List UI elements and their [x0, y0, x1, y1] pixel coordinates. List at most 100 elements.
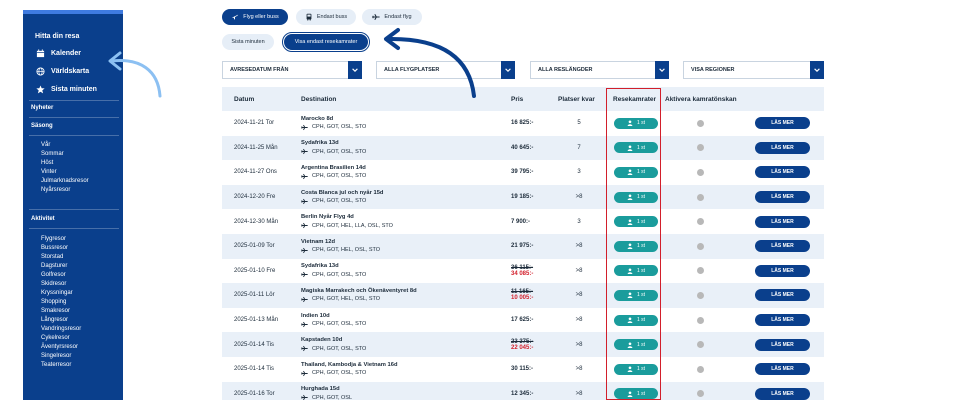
- activate-wish-toggle[interactable]: [696, 341, 704, 349]
- table-row: 2024-12-30 Mån Berlin Nyår Flyg 4d CPH, …: [222, 209, 824, 234]
- travelmates-button[interactable]: 1 st: [614, 166, 658, 178]
- trip-destination[interactable]: Argentina Brasilien 14d CPH, GOT, OSL, S…: [301, 160, 366, 185]
- sidebar-section-activity[interactable]: Aktivitet: [31, 216, 55, 222]
- trip-date: 2025-01-09 Tor: [234, 243, 275, 250]
- seats-left: >8: [575, 243, 583, 250]
- sidebar-link[interactable]: Shopping: [41, 298, 81, 307]
- read-more-button[interactable]: LÄS MER: [755, 191, 810, 204]
- read-more-button[interactable]: LÄS MER: [755, 141, 810, 154]
- sidebar-link[interactable]: Smakresor: [41, 307, 81, 316]
- sidebar-link[interactable]: Julmarknadsresor: [41, 177, 89, 186]
- activate-wish-toggle[interactable]: [696, 218, 704, 226]
- activate-wish-toggle[interactable]: [696, 144, 704, 152]
- read-more-button[interactable]: LÄS MER: [755, 166, 810, 179]
- sidebar-link[interactable]: Vår: [41, 141, 89, 150]
- activate-wish-toggle[interactable]: [696, 242, 704, 250]
- travelmates-button[interactable]: 1 st: [614, 216, 658, 228]
- travelmates-button[interactable]: 1 st: [614, 388, 658, 400]
- activate-wish-toggle[interactable]: [696, 267, 704, 275]
- trip-destination[interactable]: Berlin Nyår Flyg 4d CPH, GOT, HEL, LLA, …: [301, 209, 393, 234]
- regions-select[interactable]: VISA REGIONER: [683, 61, 824, 79]
- read-more-button[interactable]: LÄS MER: [755, 240, 810, 253]
- destination-name: Hurghada 15d: [301, 386, 340, 393]
- read-more-button[interactable]: LÄS MER: [755, 264, 810, 277]
- seats-left: >8: [575, 366, 583, 373]
- read-more-button[interactable]: LÄS MER: [755, 314, 810, 327]
- read-more-button[interactable]: LÄS MER: [755, 215, 810, 228]
- travelmates-only-button[interactable]: Visa endast resekamrater: [282, 32, 370, 52]
- sidebar-link[interactable]: Bussresor: [41, 244, 81, 253]
- travelmates-button[interactable]: 1 st: [614, 191, 658, 203]
- travelmates-button[interactable]: 1 st: [614, 240, 658, 252]
- sidebar-link[interactable]: Dagsturer: [41, 262, 81, 271]
- sidebar-item-label: Världskarta: [51, 67, 90, 75]
- activate-wish-toggle[interactable]: [696, 365, 704, 373]
- departure-date-select[interactable]: AVRESEDATUM FRÅN: [222, 61, 362, 79]
- sidebar-item-worldmap[interactable]: Världskarta: [35, 66, 121, 76]
- read-more-button[interactable]: LÄS MER: [755, 363, 810, 376]
- sidebar-link[interactable]: Cykelresor: [41, 334, 81, 343]
- trip-destination[interactable]: Costa Blanca jul och nyår 15d CPH, GOT, …: [301, 185, 383, 210]
- activate-wish-toggle[interactable]: [696, 193, 704, 201]
- travelmates-button[interactable]: 1 st: [614, 314, 658, 326]
- departure-airports: CPH, GOT, OSL, STO: [312, 173, 367, 180]
- activate-wish-toggle[interactable]: [696, 390, 704, 398]
- travelmates-button[interactable]: 1 st: [614, 289, 658, 301]
- sidebar-link[interactable]: Singelresor: [41, 352, 81, 361]
- sidebar-link[interactable]: Vinter: [41, 168, 89, 177]
- sidebar-section-news[interactable]: Nyheter: [31, 105, 53, 111]
- read-more-button[interactable]: LÄS MER: [755, 289, 810, 302]
- activate-wish-toggle[interactable]: [696, 119, 704, 127]
- sidebar-link[interactable]: Skidresor: [41, 280, 81, 289]
- sidebar-link[interactable]: Golfresor: [41, 271, 81, 280]
- read-more-button[interactable]: LÄS MER: [755, 117, 810, 130]
- sidebar-link[interactable]: Äventyrsresor: [41, 343, 81, 352]
- sidebar-item-calendar[interactable]: Kalender: [35, 48, 121, 58]
- select-label: ALLA FLYGPLATSER: [384, 67, 440, 73]
- sidebar-link[interactable]: Storstad: [41, 253, 81, 262]
- bus-only-button[interactable]: Endast buss: [296, 9, 356, 25]
- trip-length-select[interactable]: ALLA RESLÄNGDER: [530, 61, 669, 79]
- trip-destination[interactable]: Thailand, Kambodja & Vietnam 16d CPH, GO…: [301, 357, 398, 382]
- travelmates-button[interactable]: 1 st: [614, 117, 658, 129]
- sidebar-link[interactable]: Höst: [41, 159, 89, 168]
- activate-wish-toggle[interactable]: [696, 291, 704, 299]
- sidebar-link[interactable]: Nyårsresor: [41, 186, 89, 195]
- read-more-button[interactable]: LÄS MER: [755, 338, 810, 351]
- trip-destination[interactable]: Sydafrika 13d CPH, GOT, OSL, STO: [301, 259, 366, 284]
- activate-wish-cell: [696, 185, 704, 210]
- sidebar-link[interactable]: Teaterresor: [41, 361, 81, 370]
- flight-or-bus-button[interactable]: Flyg eller buss: [222, 9, 288, 25]
- flight-only-button[interactable]: Endast flyg: [362, 9, 422, 25]
- activate-wish-toggle[interactable]: [696, 168, 704, 176]
- trip-destination[interactable]: Indien 10d CPH, GOT, OSL, STO: [301, 308, 366, 333]
- sidebar-link[interactable]: Kryssningar: [41, 289, 81, 298]
- trip-destination[interactable]: Magiska Marrakech och Ökenäventyret 8d C…: [301, 283, 417, 308]
- travelmates-button[interactable]: 1 st: [614, 265, 658, 277]
- departure-airports: CPH, GOT, OSL, STO: [312, 148, 367, 155]
- read-more-button[interactable]: LÄS MER: [755, 387, 810, 400]
- travelmates-button[interactable]: 1 st: [614, 339, 658, 351]
- activate-wish-toggle[interactable]: [696, 316, 704, 324]
- trip-destination[interactable]: Vietnam 12d CPH, GOT, HEL, OSL, STO: [301, 234, 380, 259]
- trip-date: 2025-01-14 Tis: [234, 341, 275, 348]
- sidebar-link[interactable]: Långresor: [41, 316, 81, 325]
- airports-select[interactable]: ALLA FLYGPLATSER: [376, 61, 515, 79]
- sidebar-item-last-minute[interactable]: Sista minuten: [35, 84, 121, 94]
- sidebar-link[interactable]: Flygresor: [41, 235, 81, 244]
- trip-destination[interactable]: Sydafrika 13d CPH, GOT, OSL, STO: [301, 136, 366, 161]
- seats-left: >8: [575, 317, 583, 324]
- trip-destination[interactable]: Kapstaden 10d CPH, GOT, OSL, STO: [301, 332, 366, 357]
- route-line: CPH, GOT, OSL, STO: [301, 271, 366, 278]
- sidebar-link[interactable]: Sommar: [41, 150, 89, 159]
- travelmates-button[interactable]: 1 st: [614, 142, 658, 154]
- chevron-down-icon: [810, 61, 824, 79]
- table-row: 2025-01-14 Tis Kapstaden 10d CPH, GOT, O…: [222, 332, 824, 357]
- sidebar-section-season[interactable]: Säsong: [31, 123, 53, 129]
- trip-destination[interactable]: Hurghada 15d CPH, GOT, OSL: [301, 382, 352, 400]
- last-minute-button[interactable]: Sista minuten: [222, 34, 274, 50]
- star-icon: [35, 84, 45, 94]
- travelmates-button[interactable]: 1 st: [614, 363, 658, 375]
- trip-destination[interactable]: Marocko 8d CPH, GOT, OSL, STO: [301, 111, 366, 136]
- sidebar-link[interactable]: Vandringsresor: [41, 325, 81, 334]
